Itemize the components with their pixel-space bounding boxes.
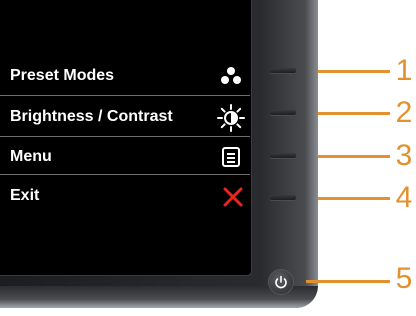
menu-item-menu[interactable]: Menu <box>0 143 250 171</box>
menu-item-label: Exit <box>10 187 40 204</box>
menu-item-preset-modes[interactable]: Preset Modes <box>0 62 250 90</box>
callout-line-3 <box>318 155 390 158</box>
menu-item-exit[interactable]: Exit <box>0 182 250 210</box>
menu-item-label: Menu <box>10 148 52 165</box>
menu-item-label: Brightness / Contrast <box>10 108 173 125</box>
menu-item-label: Preset Modes <box>10 67 115 84</box>
callout-number-3: 3 <box>395 139 413 172</box>
callout-number-4: 4 <box>395 181 413 214</box>
monitor-button-4[interactable] <box>270 195 296 200</box>
divider <box>0 136 250 137</box>
divider <box>0 95 250 96</box>
monitor-button-3[interactable] <box>270 153 296 158</box>
callout-number-1: 1 <box>395 54 413 87</box>
callout-line-2 <box>318 112 390 115</box>
callout-number-5: 5 <box>395 262 413 295</box>
callout-number-2: 2 <box>395 96 413 129</box>
monitor-bezel: Preset Modes Brightness / Contrast Menu … <box>0 0 318 308</box>
power-icon <box>275 275 287 289</box>
menu-item-brightness-contrast[interactable]: Brightness / Contrast <box>0 103 250 131</box>
close-icon <box>223 187 243 207</box>
preset-modes-icon <box>221 67 241 84</box>
monitor-button-1[interactable] <box>270 68 296 73</box>
menu-icon <box>222 147 240 167</box>
callout-line-5 <box>306 280 390 283</box>
divider <box>0 174 250 175</box>
monitor-button-2[interactable] <box>270 110 296 115</box>
callout-line-1 <box>318 70 390 73</box>
power-button[interactable] <box>269 270 293 294</box>
brightness-icon <box>217 104 245 132</box>
callout-line-4 <box>318 197 390 200</box>
osd-screen: Preset Modes Brightness / Contrast Menu … <box>0 0 252 276</box>
